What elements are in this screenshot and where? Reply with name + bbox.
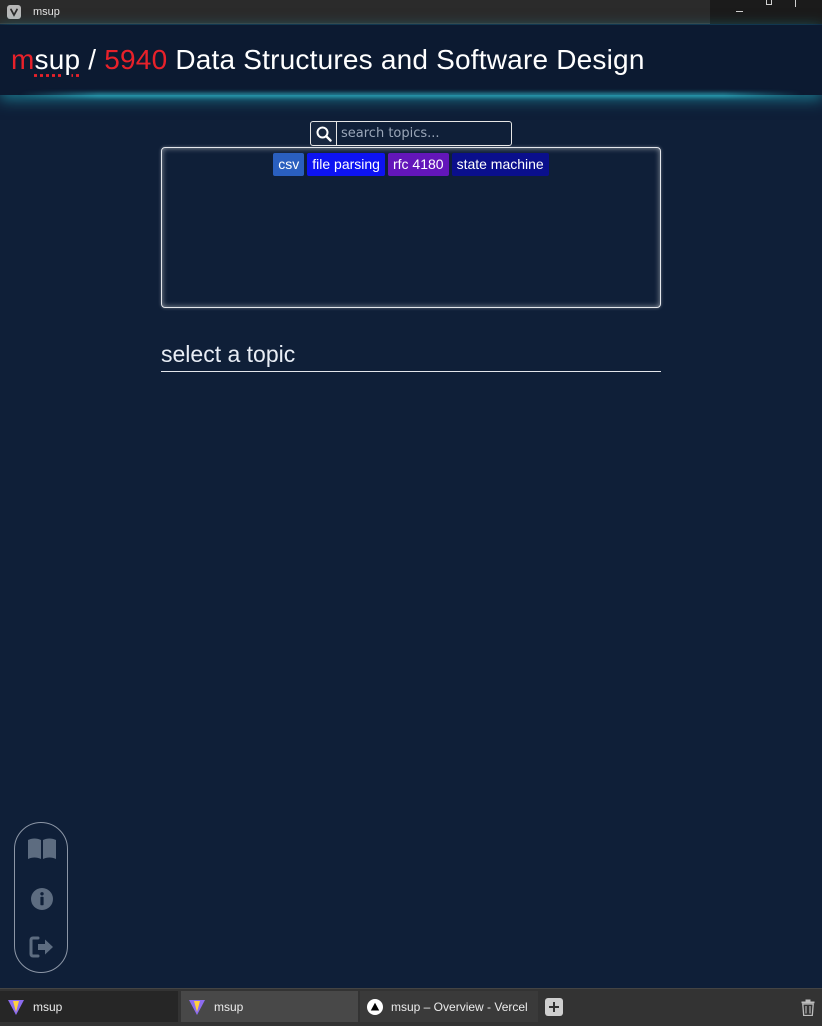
maximize-button[interactable]	[765, 0, 772, 5]
window-title: msup	[33, 5, 60, 18]
vercel-logo-icon	[367, 998, 383, 1015]
logout-icon[interactable]	[15, 931, 69, 963]
tag-file-parsing[interactable]: file parsing	[307, 153, 385, 176]
minimize-button[interactable]	[735, 11, 743, 12]
search-input[interactable]	[337, 122, 511, 145]
plus-icon[interactable]	[545, 998, 563, 1016]
breadcrumb-separator: /	[88, 44, 97, 75]
tab-label: msup	[214, 999, 244, 1014]
tab-label: msup – Overview - Vercel	[391, 999, 528, 1014]
close-button[interactable]	[795, 0, 797, 7]
book-icon[interactable]	[15, 833, 69, 865]
info-icon[interactable]	[15, 883, 69, 915]
site-header: msup/5940 Data Structures and Software De…	[0, 25, 822, 95]
brand-sup[interactable]: sup	[35, 44, 81, 75]
topic-heading: select a topic	[161, 341, 661, 372]
search-icon[interactable]	[311, 122, 337, 145]
window-controls	[710, 0, 822, 24]
vite-logo-icon	[7, 998, 25, 1016]
vite-logo-icon	[188, 998, 206, 1016]
tag-cloud: csv file parsing rfc 4180 state machine	[161, 147, 661, 308]
tag-csv[interactable]: csv	[273, 153, 305, 176]
tab-msup-1[interactable]: msup	[0, 991, 178, 1022]
side-nav	[14, 822, 68, 973]
page-title: msup/5940 Data Structures and Software De…	[11, 44, 645, 76]
vivaldi-app-icon[interactable]	[7, 4, 21, 19]
trash-icon[interactable]	[800, 997, 816, 1017]
search-box	[310, 121, 512, 146]
tag-state-machine[interactable]: state machine	[451, 153, 549, 176]
header-glow	[20, 93, 802, 97]
tab-msup-2[interactable]: msup	[181, 991, 358, 1022]
course-name: Data Structures and Software Design	[175, 44, 645, 75]
tab-label: msup	[33, 999, 63, 1014]
tag-rfc-4180[interactable]: rfc 4180	[387, 153, 449, 176]
brand-m[interactable]: m	[11, 44, 35, 75]
browser-tab-bar: msup msup msup – Overview - Vercel	[0, 988, 822, 1026]
course-number: 5940	[104, 44, 168, 75]
tab-vercel-overview[interactable]: msup – Overview - Vercel	[360, 991, 538, 1022]
window-titlebar: msup	[0, 0, 822, 24]
